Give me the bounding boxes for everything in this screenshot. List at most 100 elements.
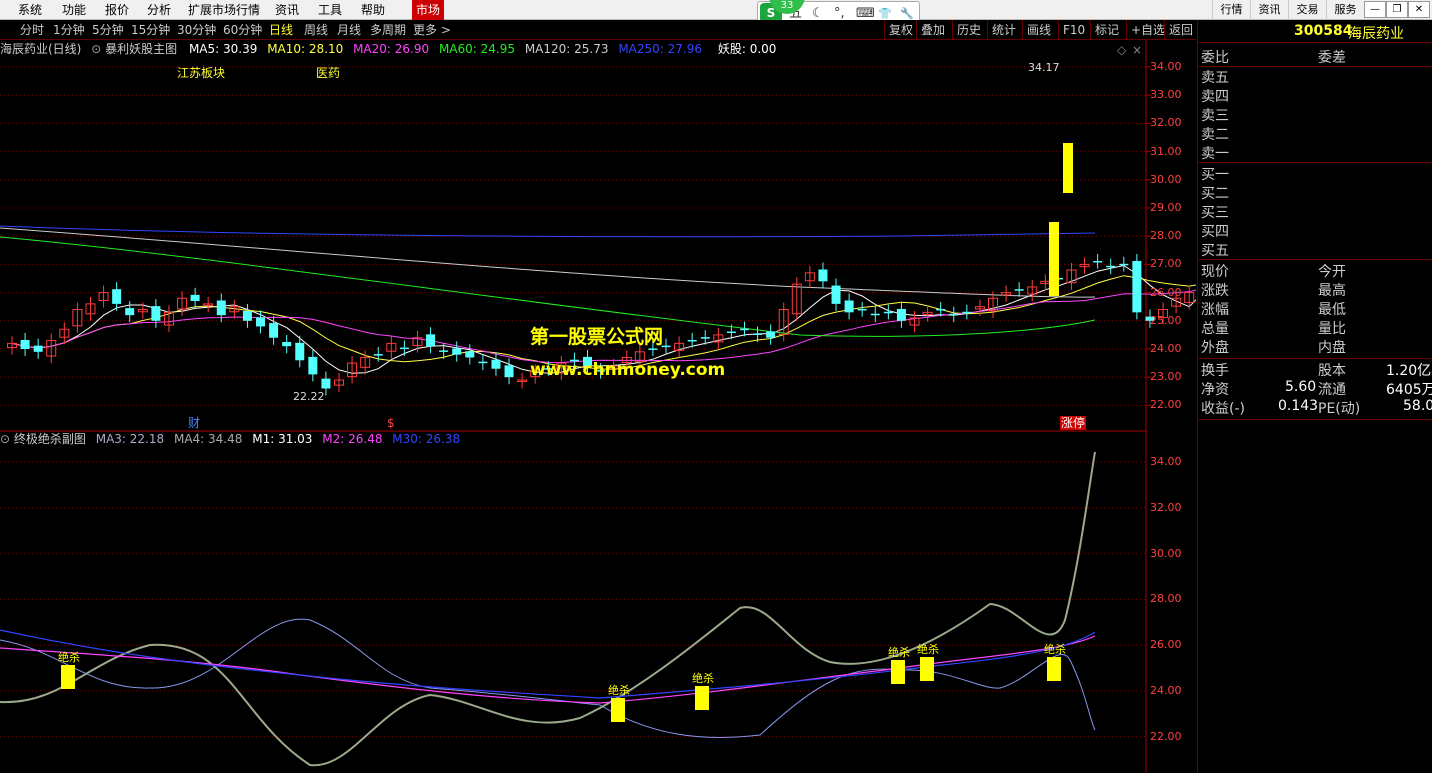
volume-label: 总量: [1201, 321, 1229, 337]
candle-body: [687, 339, 697, 342]
diamond-icon[interactable]: ◇: [1117, 43, 1126, 57]
weibi-label: 委比: [1201, 50, 1229, 66]
signal-bar: [1047, 657, 1061, 681]
candle-body: [1106, 265, 1116, 268]
sell-3-label: 卖三: [1201, 108, 1229, 124]
limit-up-bar: [1063, 143, 1073, 193]
m30-label: M30: 26.38: [392, 432, 461, 446]
price-tick-label: 29.00: [1150, 201, 1182, 214]
low-price-label: 22.22: [293, 390, 325, 403]
top-tab-news[interactable]: 资讯: [1250, 0, 1288, 20]
sub-tick-label: 32.00: [1150, 500, 1182, 514]
candle-body: [242, 310, 252, 321]
candle-body: [844, 300, 854, 313]
signal-bar: [920, 657, 934, 681]
candle-body: [256, 317, 266, 327]
candle-body: [1119, 263, 1129, 266]
sell-2-label: 卖二: [1201, 127, 1229, 143]
open-label: 今开: [1318, 264, 1346, 280]
sell-1-label: 卖一: [1201, 146, 1229, 162]
buy-2-label: 买二: [1201, 186, 1229, 202]
sell-5-label: 卖五: [1201, 70, 1229, 86]
ma20-label: MA20: 26.90: [353, 42, 430, 56]
price-tick-label: 27.00: [1150, 257, 1182, 271]
candle-body: [739, 328, 749, 331]
signal-label: 绝杀: [608, 683, 630, 697]
eps-value: 0.143: [1278, 398, 1319, 414]
ma5-line: [11, 264, 1196, 374]
candle-body: [269, 323, 279, 338]
candle-body: [452, 348, 462, 355]
candle-body: [1093, 261, 1103, 263]
price-tick-label: 22.00: [1150, 398, 1182, 412]
change-pct-label: 涨幅: [1201, 302, 1229, 318]
minimize-icon[interactable]: —: [1364, 1, 1386, 18]
candle-body: [20, 339, 30, 349]
candle-body: [831, 285, 841, 304]
top-tab-quote[interactable]: 行情: [1212, 0, 1250, 20]
settings-icon[interactable]: ⊙: [0, 432, 10, 446]
main-formula-name[interactable]: 暴利妖股主图: [105, 42, 177, 56]
top-tab-service[interactable]: 服务: [1326, 0, 1364, 20]
candle-body: [766, 331, 776, 338]
weicha-label: 委差: [1318, 50, 1346, 66]
pe-label: PE(动): [1318, 401, 1361, 417]
signal-bar: [611, 698, 625, 722]
price-tick-label: 30.00: [1150, 172, 1182, 186]
signal-bar: [695, 686, 709, 710]
candle-body: [648, 348, 658, 350]
ma10-line: [11, 275, 1196, 370]
signal-bar: [891, 660, 905, 684]
eps-label: 收益(-): [1201, 401, 1245, 417]
kline-chart[interactable]: 绝杀绝杀绝杀绝杀 绝杀 绝杀: [0, 0, 1196, 773]
volume-ratio-label: 量比: [1318, 321, 1346, 337]
dividend-marker[interactable]: $: [387, 416, 395, 430]
candle-body: [125, 308, 135, 316]
sub-tick-label: 26.00: [1150, 638, 1182, 652]
ma120-label: MA120: 25.73: [524, 42, 609, 56]
candle-body: [491, 359, 501, 369]
candle-body: [896, 308, 906, 321]
chevron-down-icon[interactable]: ⊙: [91, 42, 101, 56]
chart-title: 海辰药业(日线): [0, 42, 82, 56]
high-price-label: 34.17: [1028, 61, 1060, 74]
finance-marker[interactable]: 财: [188, 416, 200, 430]
candle-body: [33, 345, 43, 352]
ma250-label: MA250: 27.96: [618, 42, 703, 56]
m1-label: M1: 31.03: [252, 432, 313, 446]
candle-body: [190, 294, 200, 302]
candle-body: [700, 337, 710, 339]
sub-chart-header: ⊙ 终极绝杀副图 MA3: 22.18 MA4: 34.48 M1: 31.03…: [0, 432, 460, 446]
top-tab-trade[interactable]: 交易: [1288, 0, 1326, 20]
candle-body: [439, 350, 449, 352]
buy-5-label: 买五: [1201, 243, 1229, 259]
price-tick-label: 34.00: [1150, 60, 1182, 73]
ma4-label: MA4: 34.48: [173, 432, 243, 446]
signal-label: 绝杀: [888, 645, 910, 659]
quote-panel: 300584 海辰药业 委比 委差 卖五 卖四 卖三 卖二 卖一 买一 买二 买…: [1197, 20, 1432, 773]
buy-4-label: 买四: [1201, 224, 1229, 240]
restore-icon[interactable]: ❐: [1386, 1, 1408, 18]
float-value: 6405万: [1386, 382, 1432, 398]
close-icon[interactable]: ✕: [1408, 1, 1430, 18]
price-tick-label: 26.00: [1150, 285, 1182, 299]
ma10-label: MA10: 28.10: [267, 42, 344, 56]
price-label: 现价: [1201, 264, 1229, 280]
high-label: 最高: [1318, 283, 1346, 299]
candle-body: [216, 300, 226, 316]
candle-body: [373, 354, 383, 356]
limit-up-bar: [1049, 222, 1059, 296]
signal-label: 绝杀: [917, 642, 939, 656]
sub-formula-name[interactable]: 终极绝杀副图: [14, 432, 86, 446]
sub-tick-label: 24.00: [1150, 684, 1182, 697]
limit-up-marker[interactable]: 涨停: [1060, 416, 1087, 430]
price-tick-label: 32.00: [1150, 116, 1182, 130]
turnover-label: 换手: [1201, 363, 1229, 379]
net-asset-value: 5.60: [1285, 379, 1317, 395]
candle-body: [857, 308, 867, 311]
low-label: 最低: [1318, 302, 1346, 318]
candle-body: [295, 342, 305, 361]
price-tick-label: 24.00: [1150, 342, 1182, 355]
close-icon[interactable]: ×: [1132, 43, 1142, 57]
ma5-label: MA5: 30.39: [188, 42, 258, 56]
